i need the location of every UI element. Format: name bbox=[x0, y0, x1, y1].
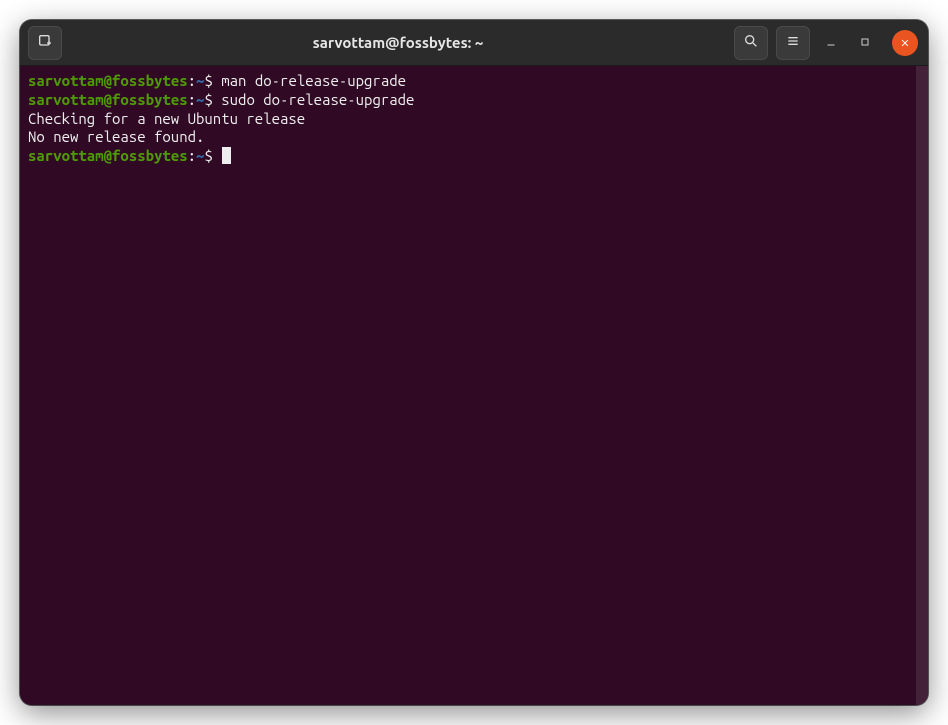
maximize-icon bbox=[859, 34, 871, 52]
close-button[interactable] bbox=[892, 30, 918, 56]
scrollbar-thumb[interactable] bbox=[916, 66, 928, 705]
close-icon bbox=[900, 34, 910, 52]
terminal-window: sarvottam@fossbytes: ~ bbox=[20, 20, 928, 705]
minimize-button[interactable] bbox=[818, 30, 844, 56]
scrollbar[interactable] bbox=[916, 66, 928, 705]
prompt-host: fossbytes bbox=[112, 91, 188, 108]
maximize-button[interactable] bbox=[852, 30, 878, 56]
command-text: man do-release-upgrade bbox=[213, 72, 406, 89]
search-icon bbox=[743, 33, 759, 53]
prompt-host: fossbytes bbox=[112, 72, 188, 89]
prompt-dollar: $ bbox=[204, 91, 212, 108]
prompt-user: sarvottam bbox=[28, 91, 104, 108]
titlebar: sarvottam@fossbytes: ~ bbox=[20, 20, 928, 66]
prompt-at: @ bbox=[104, 91, 112, 108]
minimize-icon bbox=[825, 34, 837, 52]
terminal-line: Checking for a new Ubuntu release bbox=[28, 110, 920, 129]
command-text bbox=[213, 147, 221, 164]
prompt-user: sarvottam bbox=[28, 147, 104, 164]
new-tab-icon bbox=[37, 33, 53, 53]
prompt-dollar: $ bbox=[204, 147, 212, 164]
prompt-dollar: $ bbox=[204, 72, 212, 89]
cursor bbox=[222, 147, 231, 164]
titlebar-right bbox=[734, 26, 920, 60]
terminal-body[interactable]: sarvottam@fossbytes:~$ man do-release-up… bbox=[20, 66, 928, 705]
command-text: sudo do-release-upgrade bbox=[213, 91, 415, 108]
output-text: No new release found. bbox=[28, 128, 204, 145]
prompt-host: fossbytes bbox=[112, 147, 188, 164]
prompt-colon: : bbox=[188, 72, 196, 89]
window-title: sarvottam@fossbytes: ~ bbox=[70, 34, 726, 51]
terminal-line: sarvottam@fossbytes:~$ bbox=[28, 147, 920, 166]
prompt-colon: : bbox=[188, 147, 196, 164]
prompt-at: @ bbox=[104, 72, 112, 89]
terminal-line: sarvottam@fossbytes:~$ sudo do-release-u… bbox=[28, 91, 920, 110]
menu-icon bbox=[785, 33, 801, 53]
terminal-line: sarvottam@fossbytes:~$ man do-release-up… bbox=[28, 72, 920, 91]
new-tab-button[interactable] bbox=[28, 26, 62, 60]
titlebar-left bbox=[28, 26, 62, 60]
menu-button[interactable] bbox=[776, 26, 810, 60]
search-button[interactable] bbox=[734, 26, 768, 60]
prompt-user: sarvottam bbox=[28, 72, 104, 89]
terminal-line: No new release found. bbox=[28, 128, 920, 147]
output-text: Checking for a new Ubuntu release bbox=[28, 110, 305, 127]
prompt-colon: : bbox=[188, 91, 196, 108]
prompt-at: @ bbox=[104, 147, 112, 164]
